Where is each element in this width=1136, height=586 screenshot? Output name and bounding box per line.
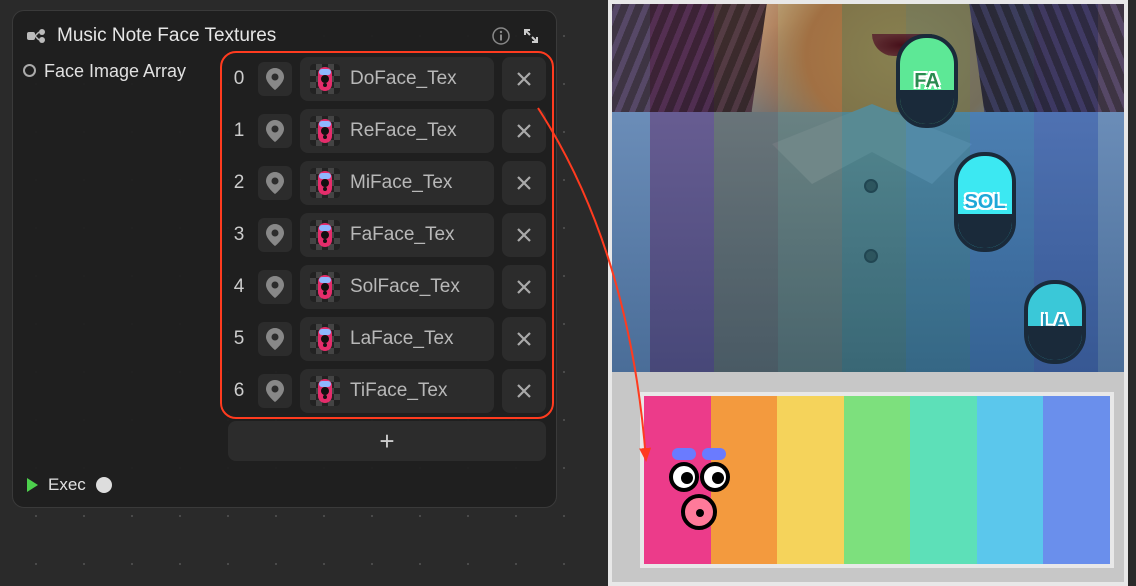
remove-item-button[interactable] [502, 369, 546, 413]
texture-value-box[interactable]: LaFace_Tex [300, 317, 494, 361]
array-row: 2 MiFace_Tex [228, 161, 546, 205]
row-index: 2 [228, 172, 250, 194]
array-row: 3 FaFace_Tex [228, 213, 546, 257]
note-pill-sol: SOL [954, 152, 1016, 252]
texture-thumbnail-icon [310, 168, 340, 198]
expand-icon[interactable] [520, 25, 542, 47]
array-items-column: 0 DoFace_Tex 1 ReFace_Tex 2 [228, 57, 546, 461]
texture-value-box[interactable]: DoFace_Tex [300, 57, 494, 101]
row-index: 5 [228, 328, 250, 350]
row-index: 1 [228, 120, 250, 142]
remove-item-button[interactable] [502, 213, 546, 257]
texture-thumbnail-icon [310, 272, 340, 302]
location-pin-icon[interactable] [258, 114, 292, 148]
texture-name: FaFace_Tex [350, 224, 455, 246]
palette-swatch [1043, 396, 1110, 564]
overlay-stripe [778, 4, 842, 372]
location-pin-icon[interactable] [258, 218, 292, 252]
note-pill-la: LA [1024, 280, 1086, 364]
info-icon[interactable] [490, 25, 512, 47]
texture-name: ReFace_Tex [350, 120, 457, 142]
texture-thumbnail-icon [310, 116, 340, 146]
node-type-icon [27, 28, 49, 44]
array-label: Face Image Array [44, 61, 186, 82]
array-row: 5 LaFace_Tex [228, 317, 546, 361]
row-index: 3 [228, 224, 250, 246]
palette-swatch [777, 396, 844, 564]
texture-thumbnail-icon [310, 324, 340, 354]
preview-frame: FA SOL LA [608, 0, 1128, 586]
texture-thumbnail-icon [310, 376, 340, 406]
location-pin-icon[interactable] [258, 62, 292, 96]
palette-swatch [910, 396, 977, 564]
texture-thumbnail-icon [310, 220, 340, 250]
row-index: 6 [228, 380, 250, 402]
preview-pane: FA SOL LA [580, 0, 1136, 586]
location-pin-icon[interactable] [258, 322, 292, 356]
palette-swatch [977, 396, 1044, 564]
texture-name: DoFace_Tex [350, 68, 457, 90]
location-pin-icon[interactable] [258, 374, 292, 408]
texture-name: MiFace_Tex [350, 172, 452, 194]
remove-item-button[interactable] [502, 317, 546, 361]
exec-row: Exec [23, 461, 546, 495]
array-row: 0 DoFace_Tex [228, 57, 546, 101]
node-editor-pane: Music Note Face Textures Face Image Arra… [0, 0, 580, 586]
location-pin-icon[interactable] [258, 270, 292, 304]
photo-area: FA SOL LA [612, 4, 1124, 372]
texture-value-box[interactable]: MiFace_Tex [300, 161, 494, 205]
texture-thumbnail-icon [310, 64, 340, 94]
texture-value-box[interactable]: TiFace_Tex [300, 369, 494, 413]
face-sprite [660, 448, 738, 538]
array-row: 6 TiFace_Tex [228, 369, 546, 413]
input-port[interactable] [23, 64, 36, 77]
remove-item-button[interactable] [502, 57, 546, 101]
array-label-column: Face Image Array [23, 57, 218, 461]
texture-value-box[interactable]: SolFace_Tex [300, 265, 494, 309]
row-index: 4 [228, 276, 250, 298]
remove-item-button[interactable] [502, 161, 546, 205]
overlay-stripe [650, 4, 714, 372]
play-icon[interactable] [27, 478, 38, 492]
note-pill-fa: FA [896, 34, 958, 128]
texture-name: SolFace_Tex [350, 276, 460, 298]
palette-swatch [844, 396, 911, 564]
texture-name: TiFace_Tex [350, 380, 448, 402]
texture-name: LaFace_Tex [350, 328, 454, 350]
node-header: Music Note Face Textures [23, 21, 546, 57]
location-pin-icon[interactable] [258, 166, 292, 200]
row-index: 0 [228, 68, 250, 90]
overlay-stripe [714, 4, 778, 372]
exec-label: Exec [48, 475, 86, 495]
array-row: 4 SolFace_Tex [228, 265, 546, 309]
texture-value-box[interactable]: ReFace_Tex [300, 109, 494, 153]
note-label-sol: SOL [964, 191, 1005, 214]
array-row: 1 ReFace_Tex [228, 109, 546, 153]
exec-port[interactable] [96, 477, 112, 493]
add-item-button[interactable]: + [228, 421, 546, 461]
remove-item-button[interactable] [502, 109, 546, 153]
remove-item-button[interactable] [502, 265, 546, 309]
node-panel[interactable]: Music Note Face Textures Face Image Arra… [12, 10, 557, 508]
node-title: Music Note Face Textures [57, 25, 482, 47]
texture-value-box[interactable]: FaFace_Tex [300, 213, 494, 257]
